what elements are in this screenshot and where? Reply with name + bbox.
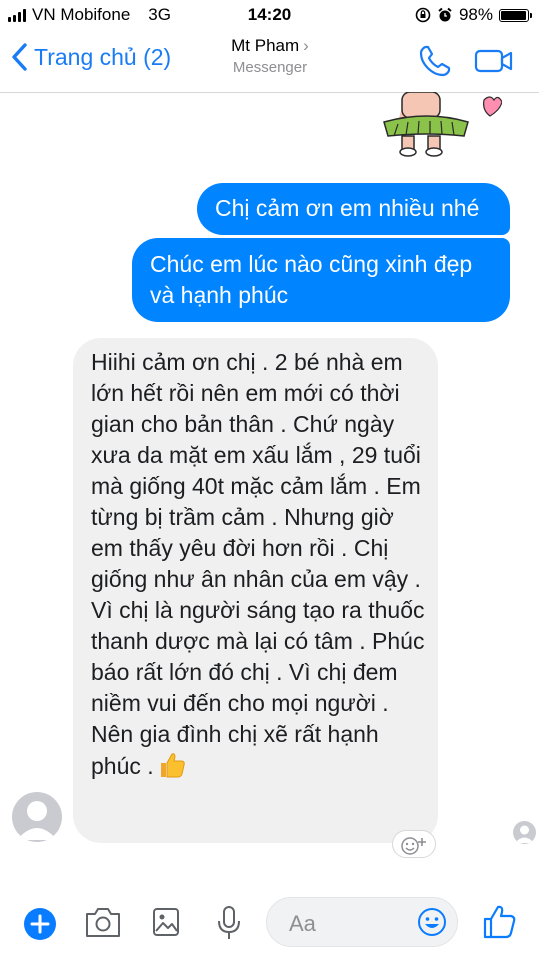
contact-avatar[interactable] <box>12 792 62 842</box>
contact-header[interactable]: Mt Pham › Messenger <box>200 36 340 76</box>
status-bar: VN Mobifone 3G 14:20 98% <box>0 0 539 30</box>
thumbs-up-icon <box>160 753 185 778</box>
message-input[interactable]: Aa <box>266 897 458 947</box>
like-icon[interactable] <box>482 904 516 940</box>
contact-subtitle: Messenger <box>232 59 308 76</box>
video-camera-icon[interactable] <box>474 48 514 74</box>
camera-icon[interactable] <box>84 905 122 939</box>
chevron-left-icon <box>12 43 27 71</box>
message-bubble-outgoing[interactable]: Chúc em lúc nào cũng xinh đẹp và hạnh ph… <box>132 238 510 322</box>
back-label: Trang chủ (2) <box>34 43 172 70</box>
status-right: 98% <box>415 5 532 25</box>
phone-icon[interactable] <box>418 44 452 78</box>
back-button[interactable]: Trang chủ (2) <box>10 42 171 72</box>
microphone-icon[interactable] <box>216 904 242 942</box>
message-text: Hiihi cảm ơn chị . 2 bé nhà em lớn hết r… <box>91 349 425 779</box>
add-reaction-button[interactable] <box>392 830 436 858</box>
seen-indicator-avatar <box>513 821 536 844</box>
message-input-placeholder: Aa <box>289 911 316 936</box>
plus-button[interactable] <box>24 908 56 940</box>
message-bubble-outgoing[interactable]: Chị cảm ơn em nhiều nhé <box>197 183 510 235</box>
rotation-lock-icon <box>415 7 431 23</box>
default-avatar-icon <box>515 825 534 843</box>
emoji-icon[interactable] <box>417 907 447 937</box>
sticker-image <box>383 92 502 157</box>
battery-percent: 98% <box>458 5 493 24</box>
add-reaction-icon <box>401 837 426 855</box>
conversation-header: Trang chủ (2) Mt Pham › Messenger <box>0 30 539 93</box>
battery-icon <box>499 8 532 22</box>
alarm-icon <box>438 7 452 22</box>
default-avatar-icon <box>17 801 57 840</box>
message-bubble-incoming[interactable]: Hiihi cảm ơn chị . 2 bé nhà em lớn hết r… <box>73 338 438 843</box>
chevron-right-icon: › <box>303 36 309 55</box>
image-icon[interactable] <box>151 906 181 938</box>
contact-name: Mt Pham <box>231 36 300 55</box>
plus-icon <box>30 914 50 934</box>
